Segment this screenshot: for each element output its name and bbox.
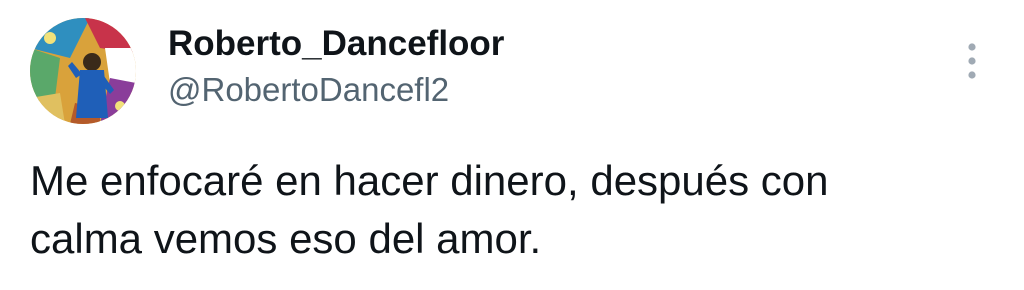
more-vertical-icon [968, 43, 976, 79]
more-options-button[interactable] [950, 36, 994, 86]
user-handle[interactable]: @RobertoDancefl2 [168, 68, 504, 112]
avatar[interactable] [30, 18, 136, 124]
tweet-text: Me enfocaré en hacer dinero, después con… [30, 157, 829, 262]
avatar-image [30, 18, 136, 124]
display-name[interactable]: Roberto_Dancefloor [168, 22, 504, 66]
user-info: Roberto_Dancefloor @RobertoDancefl2 [168, 22, 504, 112]
tweet-card: Roberto_Dancefloor @RobertoDancefl2 Me e… [0, 0, 1024, 290]
